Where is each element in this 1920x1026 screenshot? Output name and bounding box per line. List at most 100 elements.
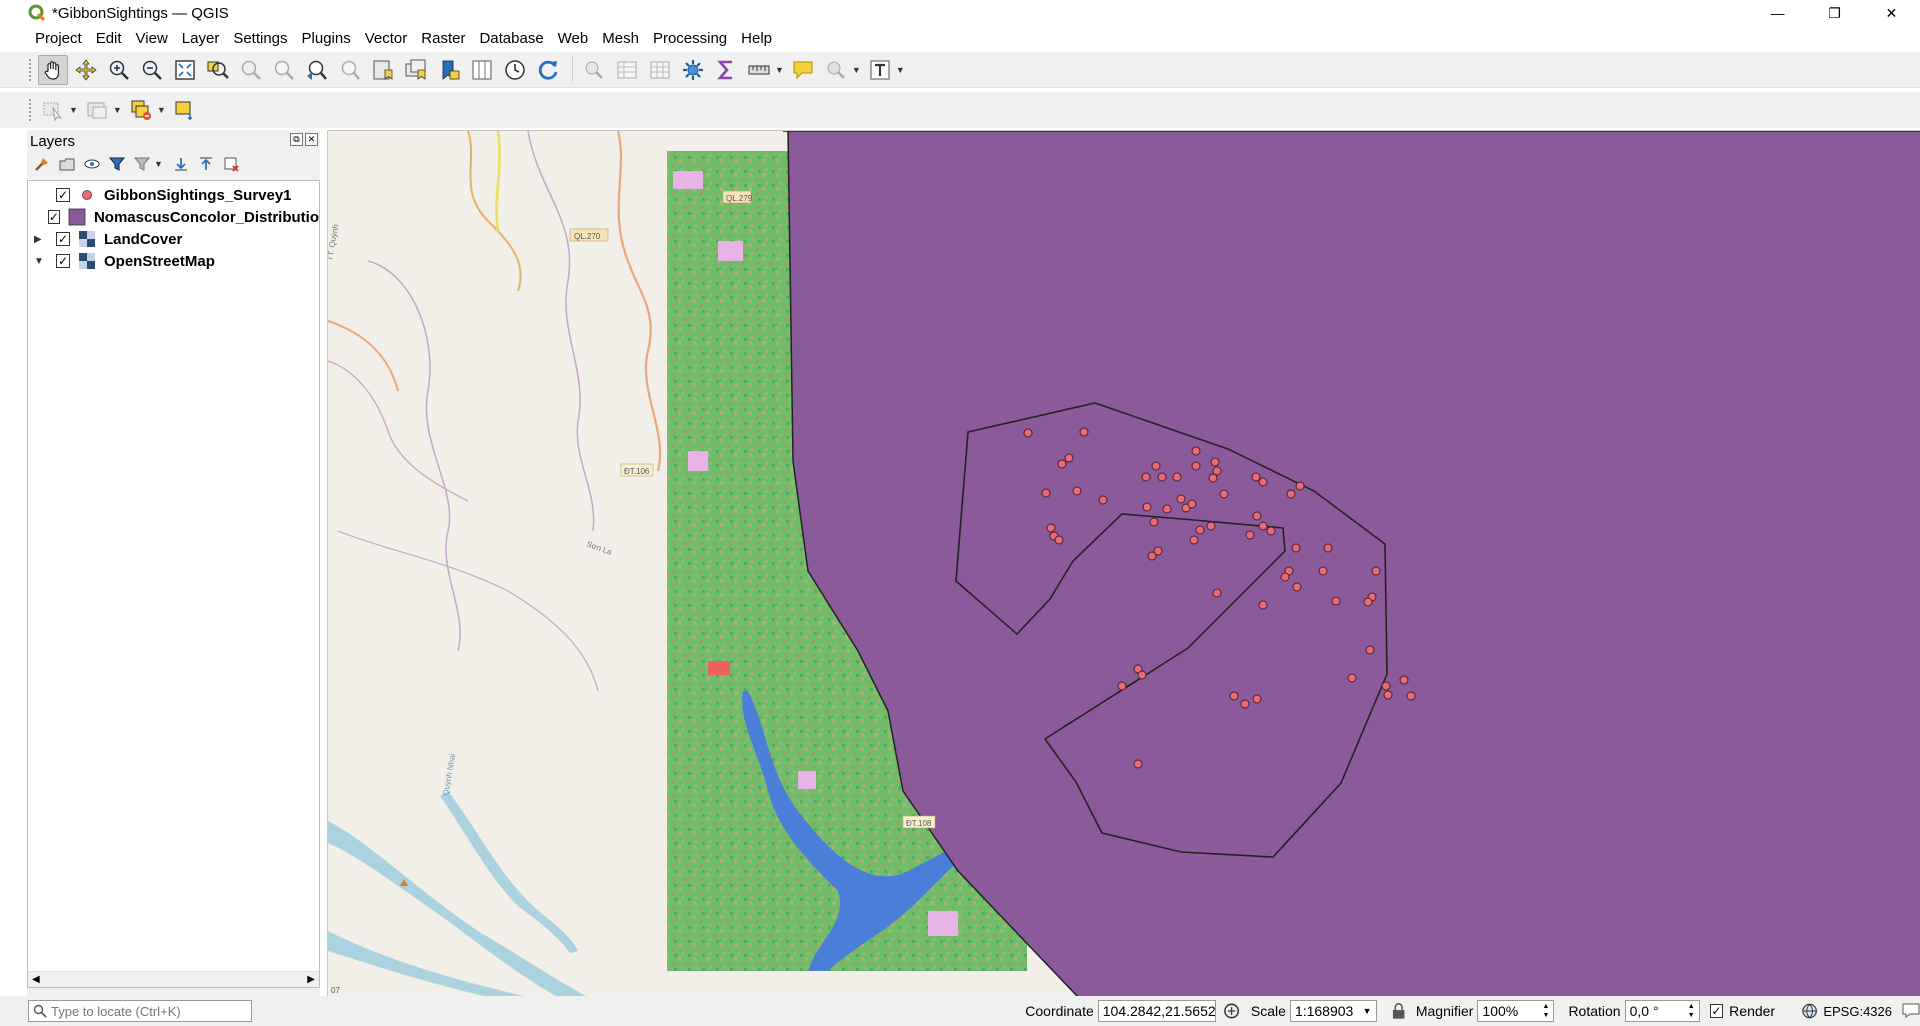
title-bar: *GibbonSightings — QGIS — ❐ ✕ [0,0,1920,26]
zoom-full-icon[interactable] [170,55,200,85]
expand-all-icon[interactable] [170,153,192,175]
close-panel-button[interactable]: ✕ [305,133,318,146]
layer-item-gibbon-sightings[interactable]: ✓ GibbonSightings_Survey1 [28,184,319,206]
menu-edit[interactable]: Edit [89,27,129,51]
show-bookmarks-icon[interactable] [401,55,431,85]
rotation-spinbox[interactable]: 0,0 ° ▲ ▼ [1624,1000,1700,1022]
menu-processing[interactable]: Processing [646,27,734,51]
coordinate-field[interactable]: 104.2842,21.5652 [1097,1000,1216,1022]
layer-expander-expanded[interactable]: ▼ [34,256,46,267]
magnifier-spinbox[interactable]: 100% ▲ ▼ [1477,1000,1555,1022]
locator-input[interactable] [51,1003,251,1019]
sighting-point [1323,543,1333,553]
zoom-native-icon[interactable] [269,55,299,85]
zoom-last-icon[interactable] [302,55,332,85]
filter-expression-icon[interactable] [131,153,153,175]
new-map-view-icon[interactable] [434,55,464,85]
lock-scale-icon[interactable] [1391,1002,1406,1020]
magnifier-value: 100% [1482,1003,1519,1019]
point-symbol-icon [78,186,96,204]
measure-icon[interactable] [744,55,774,85]
chevron-down-icon[interactable]: ▼ [1363,1006,1372,1016]
menu-view[interactable]: View [129,27,175,51]
zoom-to-layer-icon[interactable] [236,55,266,85]
menu-settings[interactable]: Settings [226,27,294,51]
temporal-controller-icon[interactable] [500,55,530,85]
zoom-to-native-icon[interactable] [821,55,851,85]
minimize-button[interactable]: — [1749,0,1806,26]
manage-themes-icon[interactable] [81,153,103,175]
zoom-out-icon[interactable] [137,55,167,85]
menu-help[interactable]: Help [734,27,779,51]
annotation-dropdown-arrow[interactable]: ▼ [896,65,905,75]
zoom-to-selection-icon[interactable] [203,55,233,85]
select-by-value-icon[interactable] [126,95,156,125]
refresh-icon[interactable] [533,55,563,85]
undock-panel-button[interactable]: ⧉ [290,133,303,146]
scroll-left-arrow-icon[interactable]: ◀ [32,974,40,985]
scale-combobox[interactable]: 1:168903 ▼ [1289,1000,1377,1022]
locator-bar[interactable] [28,1000,253,1022]
sighting-point [1286,489,1296,499]
sighting-point [1072,486,1082,496]
remove-layer-icon[interactable] [220,153,242,175]
layer-visibility-checkbox[interactable]: ✓ [56,254,70,268]
layer-item-landcover[interactable]: ▶ ✓ LandCover [28,228,319,250]
render-checkbox[interactable]: ✓ [1709,1004,1724,1018]
processing-toolbox-icon[interactable] [678,55,708,85]
identify-icon[interactable] [579,55,609,85]
select-by-value-dropdown-arrow[interactable]: ▼ [157,105,166,115]
menu-raster[interactable]: Raster [414,27,472,51]
open-styling-icon[interactable] [31,153,53,175]
field-calculator-icon[interactable] [645,55,675,85]
close-button[interactable]: ✕ [1863,0,1920,26]
zoom-in-icon[interactable] [104,55,134,85]
menu-plugins[interactable]: Plugins [295,27,358,51]
spin-arrows-icon[interactable]: ▲ ▼ [1543,1002,1550,1020]
layer-visibility-checkbox[interactable]: ✓ [56,232,70,246]
layer-visibility-checkbox[interactable]: ✓ [56,188,70,202]
scroll-right-arrow-icon[interactable]: ▶ [307,974,315,985]
layer-visibility-checkbox[interactable]: ✓ [47,210,60,224]
attribute-table-icon[interactable] [612,55,642,85]
layer-item-nomascus-distribution[interactable]: ✓ NomascusConcolor_Distributio [28,206,319,228]
add-feature-icon[interactable] [170,95,200,125]
text-annotation-icon[interactable] [865,55,895,85]
menu-project[interactable]: Project [28,27,89,51]
toolbar-grip[interactable] [28,57,32,82]
menu-vector[interactable]: Vector [358,27,415,51]
spin-arrows-icon[interactable]: ▲ ▼ [1688,1002,1695,1020]
crs-label[interactable]: EPSG:4326 [1823,1004,1892,1019]
map-canvas[interactable]: QL.270 QL.279 ĐT.106 ĐT.108 Sơn La Quỳnh… [327,130,1920,996]
deselect-icon[interactable] [82,95,112,125]
filter-legend-icon[interactable] [106,153,128,175]
deselect-dropdown-arrow[interactable]: ▼ [113,105,122,115]
messages-icon[interactable] [1902,1002,1920,1021]
map-tips-icon[interactable] [788,55,818,85]
menu-mesh[interactable]: Mesh [595,27,646,51]
select-features-icon[interactable] [38,95,68,125]
add-group-icon[interactable] [56,153,78,175]
menu-layer[interactable]: Layer [175,27,227,51]
zoom-dropdown-arrow[interactable]: ▼ [852,65,861,75]
restore-button[interactable]: ❐ [1806,0,1863,26]
globe-crs-icon[interactable] [1801,1002,1818,1020]
pan-to-selection-icon[interactable] [71,55,101,85]
zoom-next-icon[interactable] [335,55,365,85]
menu-web[interactable]: Web [551,27,596,51]
collapse-all-icon[interactable] [195,153,217,175]
new-bookmark-icon[interactable] [368,55,398,85]
layers-horizontal-scrollbar[interactable]: ◀ ▶ [28,971,319,987]
layer-expander-collapsed[interactable]: ▶ [34,234,46,245]
show-map-views-icon[interactable] [467,55,497,85]
toolbar-grip[interactable] [28,98,32,122]
menu-database[interactable]: Database [472,27,550,51]
layer-item-openstreetmap[interactable]: ▼ ✓ OpenStreetMap [28,250,319,272]
pan-hand-icon[interactable] [38,54,68,85]
select-dropdown-arrow[interactable]: ▼ [69,105,78,115]
sighting-point [1172,472,1182,482]
toggle-extents-mouse-icon[interactable] [1222,1001,1241,1021]
statistics-sigma-icon[interactable] [711,55,741,85]
measure-dropdown-arrow[interactable]: ▼ [775,65,784,75]
filter-dropdown-arrow[interactable]: ▼ [154,159,163,169]
